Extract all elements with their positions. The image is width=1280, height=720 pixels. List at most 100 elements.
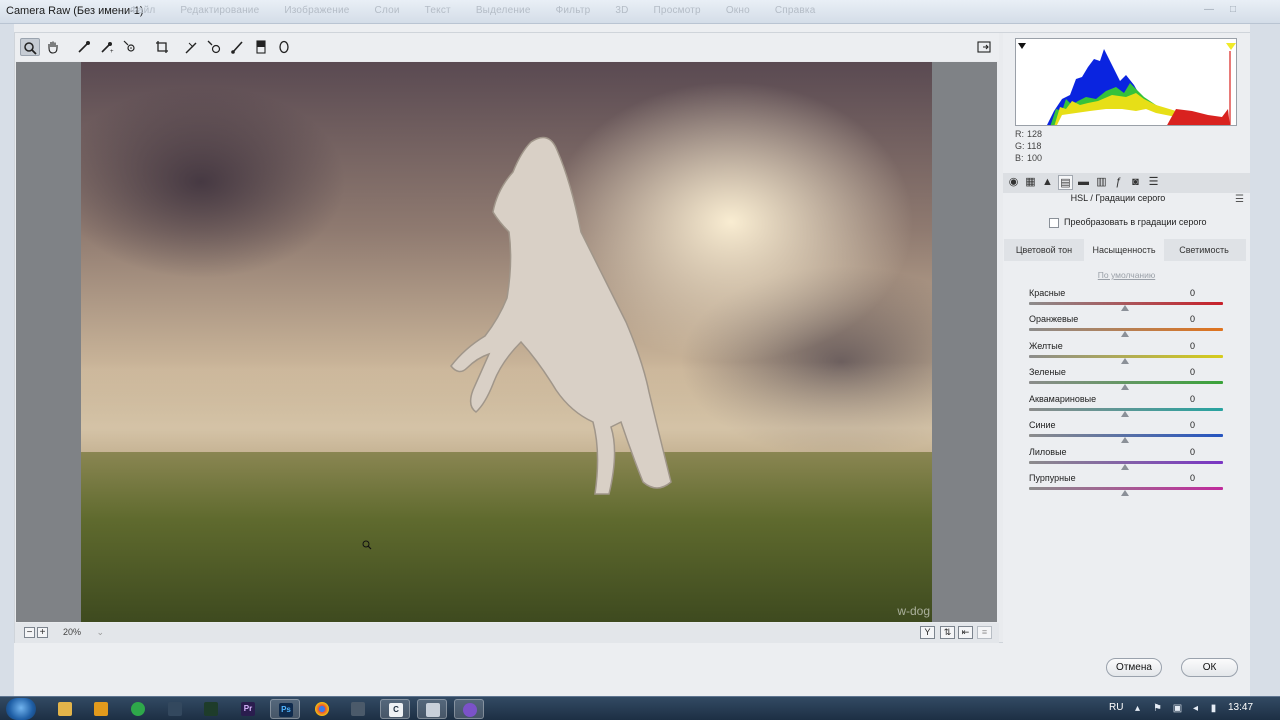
before-after-toggle-button[interactable]: Y <box>920 626 935 639</box>
camera-calibration-tab-icon[interactable]: ◙ <box>1128 175 1143 190</box>
slider-thumb[interactable] <box>1121 490 1129 496</box>
preview-settings-button[interactable]: ≡ <box>977 626 992 639</box>
taskbar-photoshop[interactable]: Ps <box>270 699 300 719</box>
zoom-in-button[interactable]: + <box>37 627 48 638</box>
menu-item: Текст <box>424 5 451 16</box>
premiere-icon: Pr <box>241 702 255 716</box>
app-icon <box>426 703 440 717</box>
slider-value[interactable]: 0 <box>1190 420 1195 430</box>
slider-blues[interactable]: Синие 0 <box>1029 420 1225 446</box>
tray-flag-icon[interactable]: ⚑ <box>1152 703 1163 714</box>
zoom-level-value: 20% <box>63 627 82 637</box>
slider-yellows[interactable]: Желтые 0 <box>1029 341 1225 367</box>
menu-item: 3D <box>615 5 629 16</box>
slider-magentas[interactable]: Пурпурные 0 <box>1029 473 1225 499</box>
left-rail <box>0 24 14 696</box>
taskbar-chrome[interactable] <box>307 699 337 719</box>
grayscale-checkbox[interactable] <box>1049 218 1059 228</box>
slider-label: Зеленые <box>1029 367 1066 377</box>
slider-thumb[interactable] <box>1121 437 1129 443</box>
taskbar-app-5[interactable] <box>196 699 226 719</box>
split-toning-tab-icon[interactable]: ▬ <box>1076 175 1091 190</box>
taskbar-app-9[interactable] <box>343 699 373 719</box>
taskbar-app-10[interactable]: C <box>380 699 410 719</box>
detail-tab-icon[interactable]: ▲ <box>1040 175 1055 190</box>
network-icon[interactable]: ▮ <box>1208 703 1219 714</box>
tone-curve-tab-icon[interactable]: ▦ <box>1023 175 1038 190</box>
presets-tab-icon[interactable]: ☰ <box>1146 175 1161 190</box>
slider-aquas[interactable]: Аквамариновые 0 <box>1029 394 1225 420</box>
color-sampler-icon[interactable]: + <box>97 38 117 56</box>
effects-tab-icon[interactable]: ƒ <box>1111 175 1126 190</box>
background-menu: Файл Редактирование Изображение Слои Тек… <box>130 5 837 16</box>
app-icon <box>204 702 218 716</box>
editor-area: + w-dog − + 20% ⌄ Y ⇅ ⇤ ≡ R: 128 G: 118 … <box>14 32 1250 644</box>
white-balance-icon[interactable] <box>74 38 94 56</box>
language-indicator[interactable]: RU <box>1109 702 1123 713</box>
slider-thumb[interactable] <box>1121 331 1129 337</box>
taskbar-explorer[interactable] <box>50 699 80 719</box>
tray-expand-icon[interactable]: ▴ <box>1132 703 1143 714</box>
zoom-tool-icon[interactable] <box>20 38 40 56</box>
slider-value[interactable]: 0 <box>1190 341 1195 351</box>
slider-value[interactable]: 0 <box>1190 473 1195 483</box>
adjustment-brush-icon[interactable] <box>227 38 247 56</box>
slider-oranges[interactable]: Оранжевые 0 <box>1029 314 1225 340</box>
adjustment-panel: R: 128 G: 118 B: 100 ◉ ▦ ▲ ▤ ▬ ▥ ƒ ◙ ☰ HSL … <box>1003 33 1250 644</box>
slider-thumb[interactable] <box>1121 464 1129 470</box>
default-link[interactable]: По умолчанию <box>1003 270 1250 280</box>
tab-luminance[interactable]: Светимость <box>1164 239 1244 261</box>
tray-app-icon[interactable]: ▣ <box>1172 703 1183 714</box>
taskbar-app-3[interactable] <box>123 699 153 719</box>
slider-label: Синие <box>1029 420 1056 430</box>
tab-saturation[interactable]: Насыщенность <box>1084 239 1164 261</box>
slider-value[interactable]: 0 <box>1190 314 1195 324</box>
panel-menu-icon[interactable]: ☰ <box>1235 194 1244 205</box>
slider-greens[interactable]: Зеленые 0 <box>1029 367 1225 393</box>
cancel-button[interactable]: Отмена <box>1106 658 1162 677</box>
hand-tool-icon[interactable] <box>43 38 63 56</box>
swap-settings-button[interactable]: ⇅ <box>940 626 955 639</box>
volume-icon[interactable]: ◂ <box>1190 703 1201 714</box>
slider-value[interactable]: 0 <box>1190 394 1195 404</box>
taskbar-app-4[interactable] <box>160 699 190 719</box>
app-icon <box>131 702 145 716</box>
slider-label: Красные <box>1029 288 1066 298</box>
image-preview[interactable]: w-dog <box>16 62 997 622</box>
menu-item: Редактирование <box>180 5 260 16</box>
slider-purples[interactable]: Лиловые 0 <box>1029 447 1225 473</box>
slider-thumb[interactable] <box>1121 358 1129 364</box>
slider-value[interactable]: 0 <box>1190 288 1195 298</box>
straighten-icon[interactable] <box>181 38 201 56</box>
start-button[interactable] <box>6 698 36 720</box>
lens-corrections-tab-icon[interactable]: ▥ <box>1094 175 1109 190</box>
taskbar-app-11[interactable] <box>417 699 447 719</box>
crop-icon[interactable] <box>152 38 172 56</box>
rgb-readout: R: 128 G: 118 B: 100 <box>1015 128 1042 164</box>
spot-removal-icon[interactable] <box>204 38 224 56</box>
minimize-button[interactable]: — <box>1198 3 1220 17</box>
graduated-filter-icon[interactable] <box>251 38 271 56</box>
zoom-out-button[interactable]: − <box>24 627 35 638</box>
slider-value[interactable]: 0 <box>1190 367 1195 377</box>
tab-hue[interactable]: Цветовой тон <box>1004 239 1084 261</box>
menu-item: Фильтр <box>555 5 591 16</box>
targeted-adjustment-icon[interactable] <box>120 38 140 56</box>
taskbar-viber[interactable] <box>454 699 484 719</box>
taskbar-app-2[interactable] <box>86 699 116 719</box>
hsl-tab-icon[interactable]: ▤ <box>1058 175 1073 190</box>
fullscreen-icon[interactable] <box>974 38 994 56</box>
ok-button[interactable]: ОК <box>1181 658 1238 677</box>
maximize-button[interactable]: □ <box>1222 3 1244 17</box>
slider-thumb[interactable] <box>1121 384 1129 390</box>
clock[interactable]: 13:47 <box>1228 702 1253 713</box>
taskbar-premiere[interactable]: Pr <box>233 699 263 719</box>
slider-thumb[interactable] <box>1121 411 1129 417</box>
slider-reds[interactable]: Красные 0 <box>1029 288 1225 314</box>
basic-tab-icon[interactable]: ◉ <box>1006 175 1021 190</box>
slider-thumb[interactable] <box>1121 305 1129 311</box>
copy-settings-button[interactable]: ⇤ <box>958 626 973 639</box>
zoom-level-select[interactable]: 20% ⌄ <box>59 625 107 640</box>
slider-value[interactable]: 0 <box>1190 447 1195 457</box>
radial-filter-icon[interactable] <box>274 38 294 56</box>
